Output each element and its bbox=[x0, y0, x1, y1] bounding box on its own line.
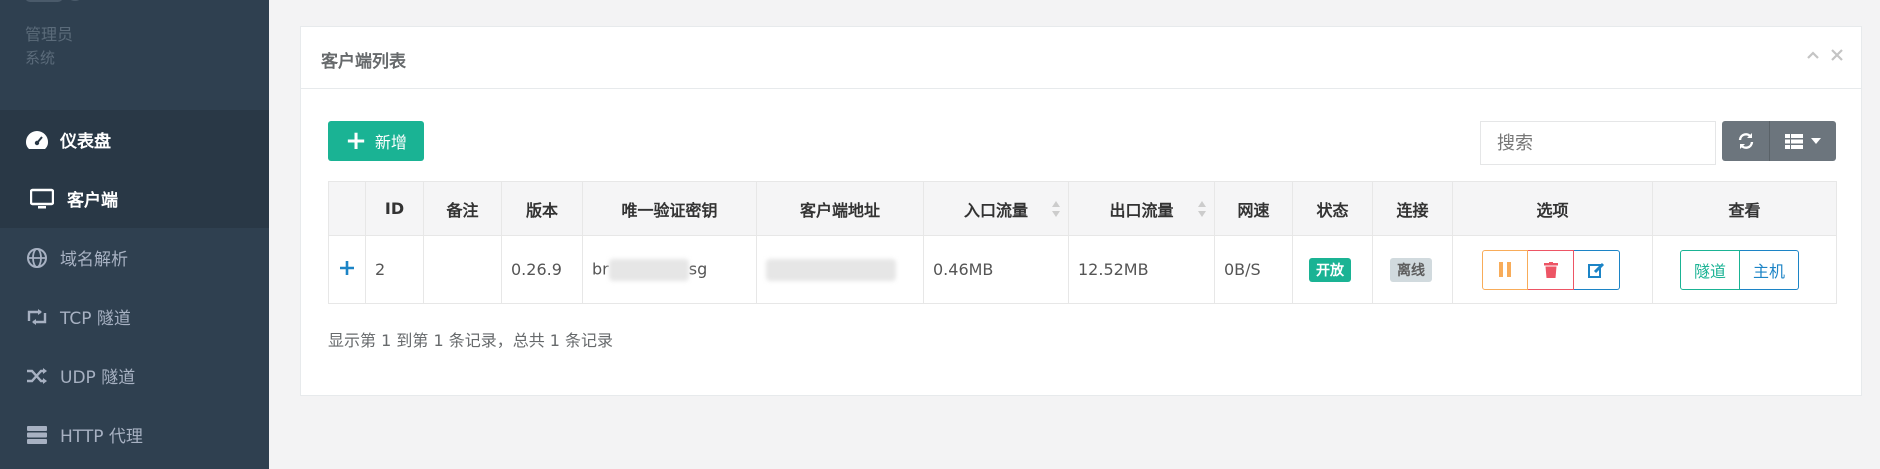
redacted-key bbox=[608, 258, 689, 281]
table-row: 2 0.26.9 br sg 0.46MB 12.52MB 0B/S 开放 离线 bbox=[328, 235, 1837, 304]
sort-icon[interactable] bbox=[1198, 200, 1206, 218]
th-options: 选项 bbox=[1452, 181, 1653, 236]
edit-icon bbox=[1588, 262, 1605, 278]
plus-icon: + bbox=[345, 126, 367, 156]
cell-options bbox=[1452, 235, 1653, 304]
th-address[interactable]: 客户端地址 bbox=[756, 181, 924, 236]
cell-speed: 0B/S bbox=[1214, 235, 1293, 304]
globe-icon bbox=[24, 245, 50, 271]
th-remark[interactable]: 备注 bbox=[423, 181, 502, 236]
add-button-label: 新增 bbox=[374, 133, 407, 152]
refresh-icon bbox=[1738, 133, 1753, 149]
refresh-button[interactable] bbox=[1722, 121, 1770, 161]
random-icon bbox=[24, 363, 50, 389]
panel-title: 客户端列表 bbox=[321, 52, 406, 72]
th-view: 查看 bbox=[1652, 181, 1837, 236]
dashboard-icon bbox=[24, 127, 50, 153]
view-host-button[interactable]: 主机 bbox=[1740, 249, 1800, 290]
pagination-summary: 显示第 1 到第 1 条记录，总共 1 条记录 bbox=[328, 331, 614, 350]
columns-toggle-button[interactable] bbox=[1770, 121, 1836, 161]
options-button-group bbox=[1482, 249, 1652, 290]
pause-icon bbox=[1499, 262, 1511, 277]
th-key[interactable]: 唯一验证密钥 bbox=[582, 181, 757, 236]
table-toolbar bbox=[1722, 121, 1836, 161]
redacted-address bbox=[766, 258, 896, 281]
sidebar: 管理员 系统 仪表盘 客户端 域名解析 TCP 隧道 UDP 隧道 HTTP 代… bbox=[0, 0, 269, 469]
th-outflow-label: 出口流量 bbox=[1109, 200, 1174, 220]
cell-view: 隧道 主机 bbox=[1652, 235, 1837, 304]
sidebar-item-label: 域名解析 bbox=[60, 250, 128, 270]
user-name: 管理员 bbox=[25, 25, 74, 44]
th-detail bbox=[328, 181, 366, 236]
search-input[interactable] bbox=[1480, 121, 1716, 165]
sidebar-item-udp[interactable]: UDP 隧道 bbox=[0, 346, 269, 405]
sidebar-item-label: UDP 隧道 bbox=[60, 368, 136, 388]
cell-outflow: 12.52MB bbox=[1068, 235, 1215, 304]
th-conn[interactable]: 连接 bbox=[1372, 181, 1453, 236]
panel-header: 客户端列表 bbox=[301, 27, 1861, 89]
sort-icon[interactable] bbox=[1052, 200, 1060, 218]
client-table: ID 备注 版本 唯一验证密钥 客户端地址 入口流量 出口流量 网速 状态 连接… bbox=[328, 181, 1837, 304]
monitor-icon bbox=[29, 186, 55, 212]
delete-button[interactable] bbox=[1528, 249, 1574, 290]
cell-status: 开放 bbox=[1292, 235, 1373, 304]
view-tunnel-button[interactable]: 隧道 bbox=[1680, 249, 1741, 290]
status-badge: 开放 bbox=[1309, 257, 1351, 282]
user-profile: 管理员 系统 bbox=[0, 0, 269, 110]
table-header-row: ID 备注 版本 唯一验证密钥 客户端地址 入口流量 出口流量 网速 状态 连接… bbox=[328, 181, 1837, 236]
cell-inflow: 0.46MB bbox=[923, 235, 1069, 304]
user-role: 系统 bbox=[25, 49, 56, 67]
sidebar-item-clients[interactable]: 客户端 bbox=[0, 169, 269, 228]
add-client-button[interactable]: + 新增 bbox=[328, 121, 424, 161]
columns-icon bbox=[1785, 133, 1803, 149]
pause-button[interactable] bbox=[1482, 249, 1528, 290]
close-icon[interactable] bbox=[1830, 48, 1844, 66]
sidebar-item-label: HTTP 代理 bbox=[60, 427, 143, 447]
trash-icon bbox=[1543, 261, 1558, 278]
th-outflow[interactable]: 出口流量 bbox=[1068, 181, 1215, 236]
sidebar-item-label: 仪表盘 bbox=[60, 132, 111, 152]
cell-id: 2 bbox=[365, 235, 424, 304]
th-inflow-label: 入口流量 bbox=[963, 200, 1028, 220]
expand-detail-button[interactable] bbox=[328, 235, 366, 304]
cell-conn: 离线 bbox=[1372, 235, 1453, 304]
edit-button[interactable] bbox=[1574, 249, 1620, 290]
cell-address bbox=[756, 235, 924, 304]
th-speed[interactable]: 网速 bbox=[1214, 181, 1293, 236]
th-version[interactable]: 版本 bbox=[501, 181, 583, 236]
sidebar-item-label: 客户端 bbox=[67, 191, 118, 211]
sidebar-item-label: TCP 隧道 bbox=[60, 309, 131, 329]
view-button-group: 隧道 主机 bbox=[1680, 249, 1836, 290]
th-id[interactable]: ID bbox=[365, 181, 424, 236]
key-end: sg bbox=[688, 259, 708, 278]
retweet-icon bbox=[24, 304, 50, 330]
connection-badge: 离线 bbox=[1390, 257, 1432, 282]
sidebar-item-http[interactable]: HTTP 代理 bbox=[0, 405, 269, 464]
plus-icon bbox=[340, 261, 354, 275]
key-start: br bbox=[592, 259, 609, 278]
th-inflow[interactable]: 入口流量 bbox=[923, 181, 1069, 236]
user-cog-icon bbox=[26, 0, 80, 2]
sidebar-item-domain[interactable]: 域名解析 bbox=[0, 228, 269, 287]
collapse-icon[interactable] bbox=[1806, 48, 1820, 66]
cell-key: br sg bbox=[582, 235, 757, 304]
sidebar-item-tcp[interactable]: TCP 隧道 bbox=[0, 287, 269, 346]
caret-down-icon bbox=[1811, 138, 1821, 144]
server-icon bbox=[24, 422, 50, 448]
client-list-panel: 客户端列表 + 新增 ID 备注 版本 唯一验证密钥 客户端地 bbox=[300, 26, 1862, 396]
cell-remark bbox=[423, 235, 502, 304]
th-status[interactable]: 状态 bbox=[1292, 181, 1373, 236]
sidebar-item-dashboard[interactable]: 仪表盘 bbox=[0, 110, 269, 169]
cell-version: 0.26.9 bbox=[501, 235, 583, 304]
